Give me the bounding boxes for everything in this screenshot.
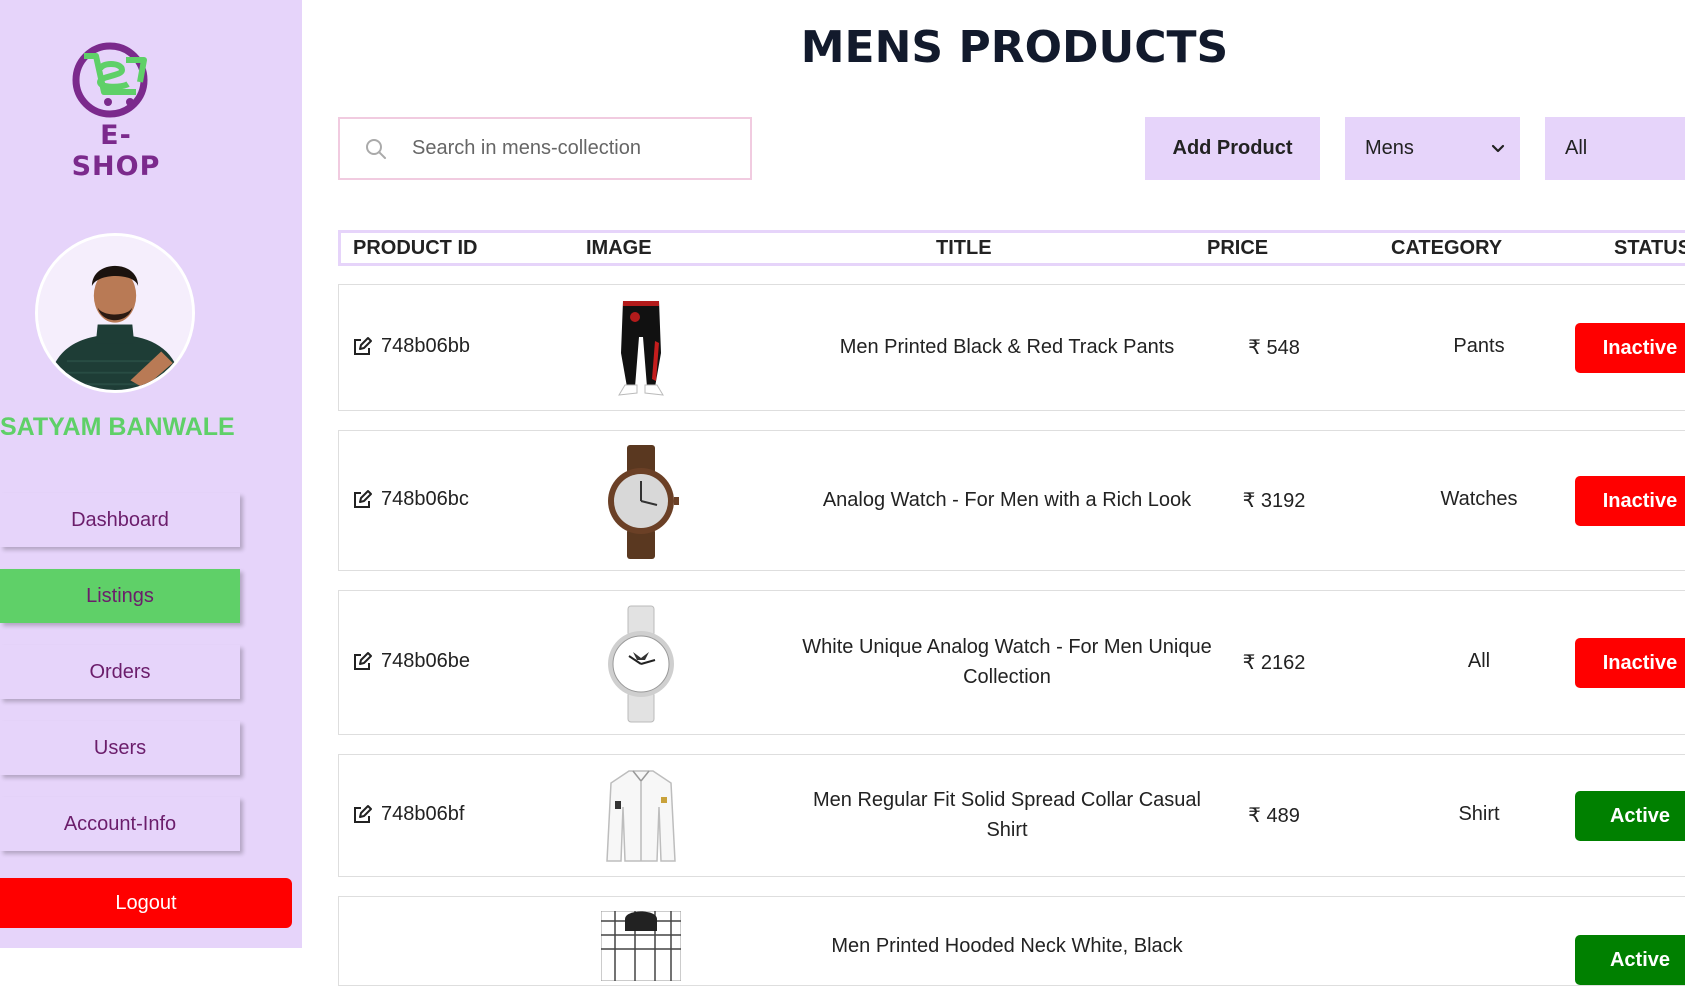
product-id: 748b06bb [381, 335, 470, 357]
product-image-hooded-shirt [601, 911, 681, 981]
search-box[interactable] [338, 117, 752, 180]
table-row[interactable]: 748b06bc Analog Watch - For Men with a R… [338, 430, 1685, 571]
product-category: All [1467, 650, 1491, 672]
product-title: Men Printed Black & Red Track Pants [839, 336, 1175, 358]
search-icon [366, 138, 386, 159]
product-id-cell: 748b06be [351, 650, 470, 673]
edit-icon[interactable] [351, 804, 373, 826]
header-image: IMAGE [586, 237, 652, 259]
status-badge[interactable]: Inactive [1575, 638, 1685, 688]
edit-icon[interactable] [351, 651, 373, 673]
page-title: MENS PRODUCTS [800, 22, 1229, 73]
edit-icon[interactable] [351, 336, 373, 358]
nav-dashboard-label: Dashboard [71, 508, 169, 531]
status-badge[interactable]: Active [1575, 791, 1685, 841]
header-product-id: PRODUCT ID [353, 237, 478, 259]
user-name: SATYAM BANWALE [0, 413, 235, 441]
product-image-white-shirt [601, 767, 681, 865]
product-image-brown-watch [601, 443, 681, 560]
header-category: CATEGORY [1391, 237, 1503, 259]
logout-button[interactable]: Logout [0, 878, 292, 928]
add-product-button[interactable]: Add Product [1145, 117, 1320, 180]
brand-logo[interactable]: E-SHOP [56, 38, 176, 182]
avatar [35, 233, 195, 393]
product-image-white-watch [601, 604, 681, 723]
product-title: White Unique Analog Watch - For Men Uniq… [802, 636, 1212, 688]
product-image-track-pants [601, 297, 681, 399]
nav-orders-label: Orders [89, 660, 151, 683]
product-id: 748b06bc [381, 488, 469, 510]
product-price: ₹ 2162 [1242, 652, 1306, 674]
product-title: Analog Watch - For Men with a Rich Look [822, 489, 1192, 511]
category-select[interactable]: Mens [1345, 117, 1520, 180]
chevron-down-icon [1491, 144, 1505, 152]
table-row[interactable]: 748b06be White Unique Analog Watch - For… [338, 590, 1685, 735]
product-category: Pants [1453, 335, 1505, 357]
product-id-cell: 748b06bc [351, 488, 469, 511]
table-header: PRODUCT ID IMAGE TITLE PRICE CATEGORY ST… [338, 230, 1685, 266]
status-badge[interactable]: Inactive [1575, 323, 1685, 373]
product-id: 748b06bf [381, 803, 465, 825]
product-title: Men Printed Hooded Neck White, Black [831, 935, 1183, 957]
header-price: PRICE [1207, 237, 1269, 259]
product-id-cell: 748b06bf [351, 803, 464, 826]
table-row[interactable]: 748b06bb Men Printed Black & Red Track P… [338, 284, 1685, 411]
status-badge[interactable]: Active [1575, 935, 1685, 985]
product-id-cell: 748b06bb [351, 335, 470, 358]
status-select[interactable]: All [1545, 117, 1685, 180]
product-price: ₹ 489 [1248, 805, 1300, 827]
product-title: Men Regular Fit Solid Spread Collar Casu… [813, 789, 1201, 841]
product-id: 748b06be [381, 650, 470, 672]
brand-name: E-SHOP [71, 120, 161, 182]
status-select-value: All [1565, 137, 1588, 159]
nav-users-label: Users [93, 736, 147, 759]
cart-logo-icon [72, 42, 148, 118]
edit-icon[interactable] [351, 489, 373, 511]
product-price: ₹ 548 [1248, 337, 1300, 359]
category-select-value: Mens [1365, 137, 1414, 159]
nav-orders[interactable]: Orders [0, 645, 240, 699]
profile-photo [38, 236, 192, 390]
nav-account-info-label: Account-Info [63, 812, 177, 835]
nav-account-info[interactable]: Account-Info [0, 797, 240, 851]
header-title: TITLE [936, 237, 992, 259]
product-category: Watches [1440, 488, 1518, 510]
product-price: ₹ 3192 [1242, 490, 1306, 512]
nav-dashboard[interactable]: Dashboard [0, 493, 240, 547]
table-row[interactable]: Men Printed Hooded Neck White, Black Act… [338, 896, 1685, 986]
nav-users[interactable]: Users [0, 721, 240, 775]
status-badge[interactable]: Inactive [1575, 476, 1685, 526]
nav-listings[interactable]: Listings [0, 569, 240, 623]
nav-listings-label: Listings [86, 584, 154, 607]
search-input[interactable] [412, 137, 732, 160]
sidebar: E-SHOP SATYAM BANWALE Dashboard Listings… [0, 0, 302, 948]
product-category: Shirt [1458, 803, 1500, 825]
header-status: STATUS [1614, 237, 1685, 259]
table-row[interactable]: 748b06bf Men Regular Fit Solid Spread Co… [338, 754, 1685, 877]
